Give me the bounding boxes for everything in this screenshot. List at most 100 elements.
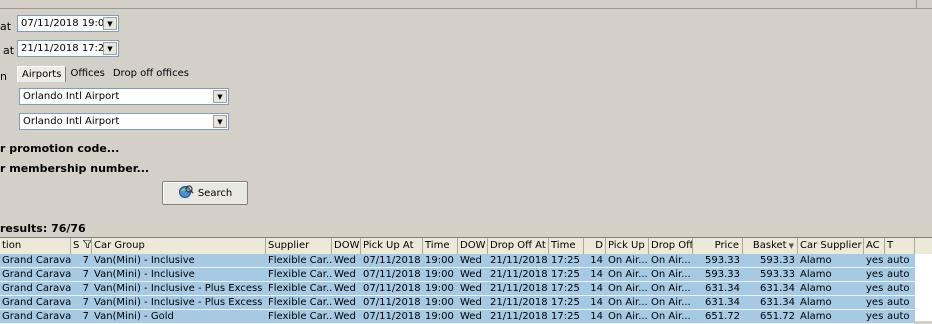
cell-days: 14: [590, 283, 603, 294]
pickup-at-label: at: [0, 20, 12, 33]
filter-icon: [79, 239, 91, 251]
search-icon: [178, 184, 194, 203]
cell-ac: yes: [866, 283, 884, 294]
column-header-price[interactable]: Price: [693, 238, 743, 254]
cell-basket: 651.72: [760, 311, 795, 322]
promotion-code-link[interactable]: r promotion code...: [0, 142, 119, 155]
cell-pickup-time: 19:00: [425, 269, 454, 280]
cell-pickup-time: 19:00: [425, 283, 454, 294]
membership-number-link[interactable]: r membership number...: [0, 162, 149, 175]
cell-car-group: Van(Mini) - Inclusive - Plus Excess Ref.…: [94, 283, 266, 294]
cell-dropoff-at: 21/11/2018: [490, 269, 548, 280]
table-row[interactable]: Grand Carava... 7 Van(Mini) - Gold Flexible…: [0, 310, 915, 324]
cell-transmission: auto: [887, 297, 910, 308]
cell-seats: 7: [82, 311, 89, 322]
cell-transmission: auto: [887, 269, 910, 280]
cell-car-supplier: Alamo: [800, 283, 832, 294]
column-header-dropoff-at[interactable]: Drop Off At: [488, 238, 549, 254]
cell-dropoff-at: 21/11/2018: [490, 311, 548, 322]
column-header-supplier[interactable]: Supplier: [266, 238, 332, 254]
dropoff-datetime-value: 21/11/2018 17:25: [21, 43, 103, 54]
cell-drop-off: On Air...: [651, 269, 691, 280]
cell-dropoff-at: 21/11/2018: [490, 255, 548, 266]
column-header-drop-off[interactable]: Drop Off: [649, 238, 693, 254]
cell-dropoff-dow: Wed: [460, 255, 482, 266]
right-divider: [916, 0, 917, 8]
cell-car-group: Van(Mini) - Inclusive: [94, 269, 195, 280]
column-header-ac[interactable]: AC: [864, 238, 885, 254]
chevron-down-icon: ▼: [107, 44, 113, 53]
cell-days: 14: [590, 269, 603, 280]
cell-dropoff-dow: Wed: [460, 269, 482, 280]
pickup-datetime-value: 07/11/2018 19:00: [21, 18, 103, 29]
cell-pickup-time: 19:00: [425, 311, 454, 322]
column-header-pickup-dow[interactable]: DOW: [332, 238, 361, 254]
column-header-car-group[interactable]: Car Group: [92, 238, 266, 254]
cell-transmission: auto: [887, 283, 910, 294]
pickup-location-dropdown[interactable]: ▼: [213, 90, 227, 103]
column-header-transmission[interactable]: T: [885, 238, 915, 254]
tab-drop-off-offices[interactable]: Drop off offices: [109, 66, 193, 82]
cell-dropoff-time: 17:25: [551, 269, 580, 280]
column-header-pickup-time[interactable]: Time: [423, 238, 458, 254]
table-row[interactable]: Grand Carava... 7 Van(Mini) - Inclusive Fle…: [0, 268, 915, 282]
cell-supplier: Flexible Car...: [268, 269, 332, 280]
column-header-pick-up[interactable]: Pick Up: [606, 238, 649, 254]
cell-pickup-at: 07/11/2018: [363, 269, 421, 280]
dropoff-dropdown-button[interactable]: ▼: [103, 42, 117, 55]
tab-offices[interactable]: Offices: [66, 66, 108, 82]
cell-location: Grand Carava...: [2, 255, 71, 266]
cell-dropoff-time: 17:25: [551, 255, 580, 266]
column-header-location[interactable]: tion: [0, 238, 71, 254]
cell-basket: 631.34: [760, 283, 795, 294]
cell-dropoff-dow: Wed: [460, 283, 482, 294]
pickup-datetime-field[interactable]: 07/11/2018 19:00 ▼: [17, 15, 119, 32]
dropoff-location-value: Orlando Intl Airport: [23, 116, 120, 127]
dropoff-at-label: at: [3, 44, 15, 57]
cell-pickup-dow: Wed: [334, 255, 356, 266]
cell-location: Grand Carava...: [2, 311, 71, 322]
cell-dropoff-dow: Wed: [460, 297, 482, 308]
cell-drop-off: On Air...: [651, 255, 691, 266]
search-button[interactable]: Search: [162, 181, 248, 205]
cell-car-group: Van(Mini) - Inclusive: [94, 255, 195, 266]
pickup-location-select[interactable]: Orlando Intl Airport ▼: [19, 88, 229, 105]
results-count: results: 76/76: [0, 222, 86, 235]
cell-location: Grand Carava...: [2, 283, 71, 294]
cell-price: 651.72: [705, 311, 740, 322]
column-header-car-supplier[interactable]: Car Supplier: [798, 238, 864, 254]
cell-transmission: auto: [887, 255, 910, 266]
column-header-basket[interactable]: Basket ▼: [743, 238, 798, 254]
cell-basket: 593.33: [760, 269, 795, 280]
dropoff-location-dropdown[interactable]: ▼: [213, 115, 227, 128]
cell-pick-up: On Air...: [608, 283, 648, 294]
column-header-dropoff-time[interactable]: Time: [549, 238, 584, 254]
cell-pick-up: On Air...: [608, 255, 648, 266]
table-row[interactable]: Grand Carava... 7 Van(Mini) - Inclusive - …: [0, 296, 915, 310]
cell-dropoff-at: 21/11/2018: [490, 283, 548, 294]
cell-seats: 7: [82, 283, 89, 294]
cell-supplier: Flexible Car...: [268, 283, 332, 294]
chevron-down-icon: ▼: [217, 92, 223, 101]
chevron-down-icon: ▼: [107, 19, 113, 28]
cell-car-group: Van(Mini) - Inclusive - Plus Excess Ref.…: [94, 297, 266, 308]
table-row[interactable]: Grand Carava... 7 Van(Mini) - Inclusive - …: [0, 282, 915, 296]
cell-basket: 631.34: [760, 297, 795, 308]
column-header-pickup-at[interactable]: Pick Up At: [361, 238, 423, 254]
cell-ac: yes: [866, 255, 884, 266]
cell-days: 14: [590, 297, 603, 308]
search-button-label: Search: [197, 187, 233, 199]
tab-airports[interactable]: Airports: [17, 66, 67, 82]
column-header-dropoff-dow[interactable]: DOW: [458, 238, 488, 254]
location-tabs: Airports Offices Drop off offices: [17, 66, 193, 84]
cell-car-supplier: Alamo: [800, 255, 832, 266]
dropoff-datetime-field[interactable]: 21/11/2018 17:25 ▼: [17, 40, 119, 57]
column-header-seats[interactable]: S: [71, 238, 92, 254]
results-table: tion S Car Group Supplier DOW Pick Up At…: [0, 237, 932, 324]
cell-pickup-dow: Wed: [334, 311, 356, 322]
pickup-dropdown-button[interactable]: ▼: [103, 17, 117, 30]
table-row[interactable]: Grand Carava... 7 Van(Mini) - Inclusive Fle…: [0, 254, 915, 268]
cell-pickup-time: 19:00: [425, 255, 454, 266]
column-header-days[interactable]: D: [584, 238, 606, 254]
dropoff-location-select[interactable]: Orlando Intl Airport ▼: [19, 113, 229, 130]
